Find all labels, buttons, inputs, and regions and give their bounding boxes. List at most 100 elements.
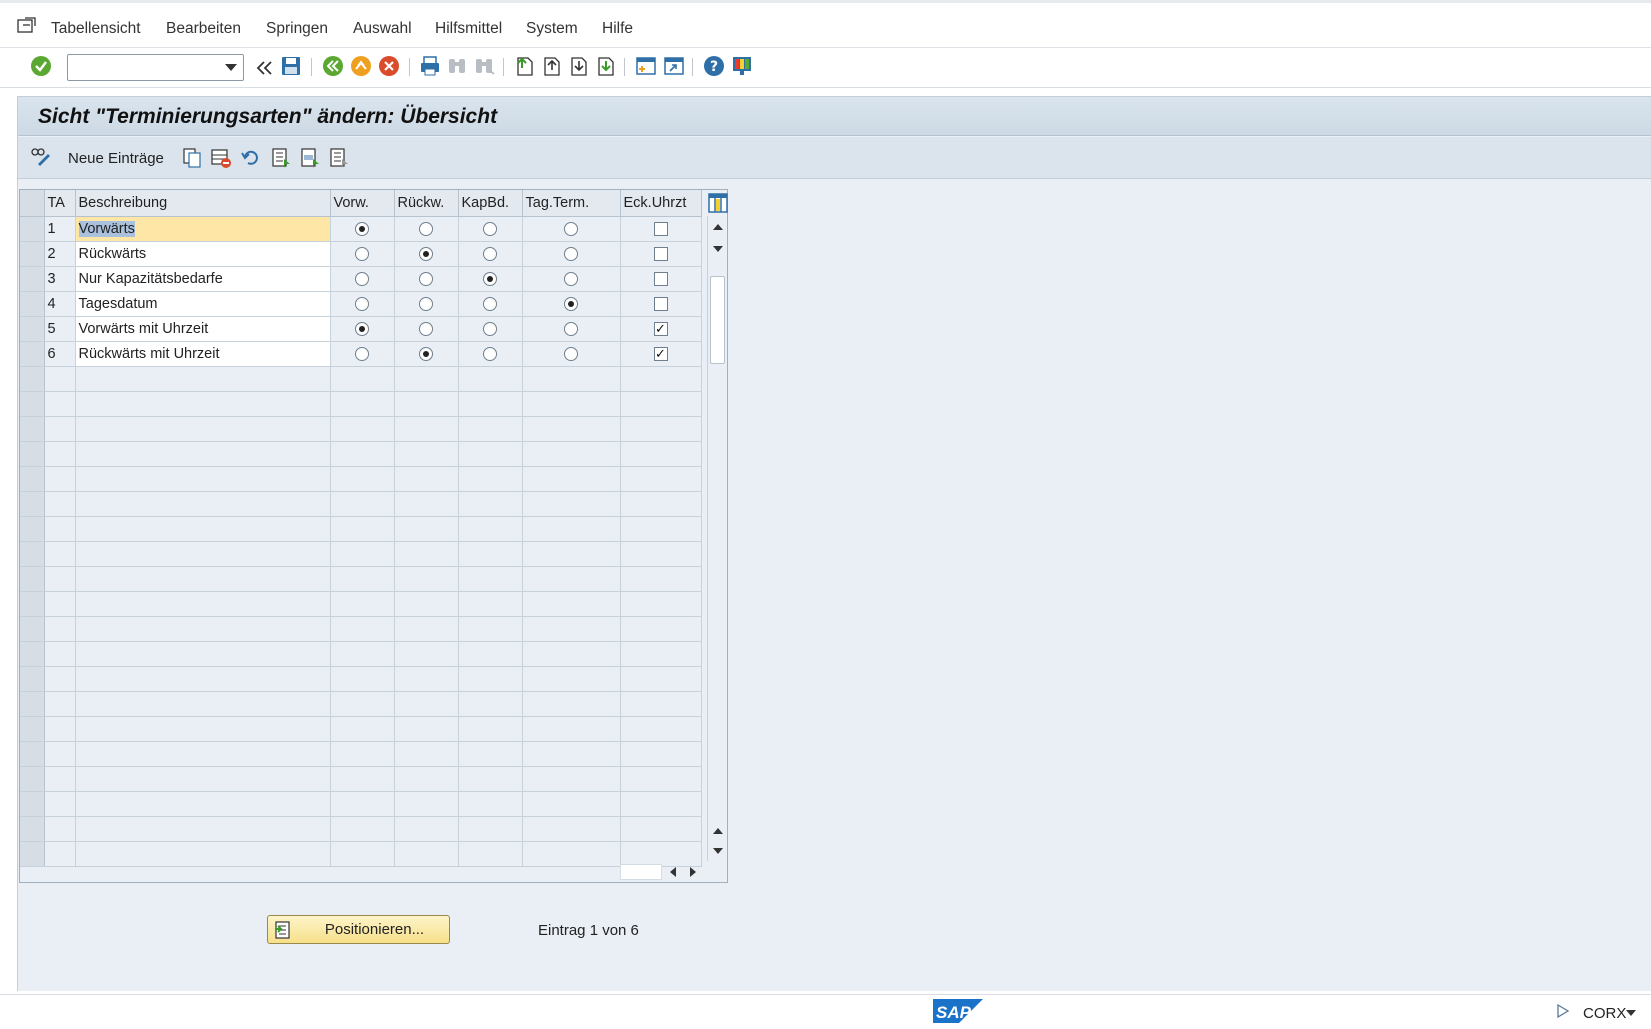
radio-vorw[interactable] <box>355 246 369 261</box>
menu-toggle-icon[interactable] <box>17 17 37 39</box>
customize-layout-icon[interactable] <box>730 54 754 78</box>
menu-hilfe[interactable]: Hilfe <box>602 20 633 38</box>
position-button[interactable]: Positionieren... <box>267 915 450 944</box>
menu-springen[interactable]: Springen <box>266 20 328 38</box>
column-header-beschreibung[interactable]: Beschreibung <box>75 190 331 217</box>
cell-beschreibung[interactable]: Nur Kapazitätsbedarfe <box>75 266 331 292</box>
row-selector[interactable] <box>20 491 45 517</box>
row-selector[interactable] <box>20 691 45 717</box>
radio-vorw[interactable] <box>355 346 369 361</box>
radio-rueckw[interactable] <box>419 296 433 311</box>
back-arrows-icon[interactable] <box>253 56 277 80</box>
select-all-icon[interactable] <box>270 147 292 169</box>
cancel-icon[interactable] <box>377 54 401 78</box>
scroll-page-up-icon[interactable] <box>713 828 723 834</box>
menu-tabellensicht[interactable]: Tabellensicht <box>51 20 141 38</box>
checkbox-eckuhrzt[interactable]: ✓ <box>653 346 668 361</box>
checkbox-eckuhrzt[interactable]: ✓ <box>653 321 668 336</box>
menu-auswahl[interactable]: Auswahl <box>353 20 412 38</box>
row-selector[interactable] <box>20 716 45 742</box>
radio-kapbd[interactable] <box>483 271 497 286</box>
radio-tagterm[interactable] <box>564 271 578 286</box>
row-selector[interactable] <box>20 266 45 292</box>
undo-change-icon[interactable] <box>240 147 262 169</box>
horizontal-scrollbar[interactable] <box>620 862 706 880</box>
scroll-down-icon[interactable] <box>713 848 723 854</box>
radio-tagterm[interactable] <box>564 296 578 311</box>
first-page-icon[interactable] <box>512 54 536 78</box>
new-entries-button[interactable]: Neue Einträge <box>68 150 164 167</box>
row-selector[interactable] <box>20 816 45 842</box>
scroll-page-down-icon[interactable] <box>713 246 723 252</box>
previous-page-icon[interactable] <box>539 54 563 78</box>
table-settings-icon[interactable] <box>708 193 728 213</box>
enter-icon[interactable] <box>29 54 53 78</box>
radio-tagterm[interactable] <box>564 246 578 261</box>
column-header-kapbd[interactable]: KapBd. <box>458 190 523 217</box>
scroll-right-icon[interactable] <box>690 867 696 877</box>
scroll-up-icon[interactable] <box>713 224 723 230</box>
radio-rueckw[interactable] <box>419 271 433 286</box>
row-selector[interactable] <box>20 591 45 617</box>
create-session-icon[interactable] <box>634 54 658 78</box>
radio-tagterm[interactable] <box>564 221 578 236</box>
radio-vorw[interactable] <box>355 296 369 311</box>
row-selector[interactable] <box>20 291 45 317</box>
radio-kapbd[interactable] <box>483 246 497 261</box>
row-selector[interactable] <box>20 791 45 817</box>
cell-beschreibung[interactable]: Rückwärts <box>75 241 331 267</box>
row-selector[interactable] <box>20 441 45 467</box>
row-selector[interactable] <box>20 666 45 692</box>
menu-bearbeiten[interactable]: Bearbeiten <box>166 20 241 38</box>
chevron-down-icon[interactable] <box>225 64 237 71</box>
delete-icon[interactable] <box>210 147 232 169</box>
radio-tagterm[interactable] <box>564 346 578 361</box>
row-selector[interactable] <box>20 366 45 392</box>
row-selector[interactable] <box>20 641 45 667</box>
cell-beschreibung[interactable]: Tagesdatum <box>75 291 331 317</box>
back-icon[interactable] <box>321 54 345 78</box>
row-selector[interactable] <box>20 316 45 342</box>
radio-rueckw[interactable] <box>419 346 433 361</box>
checkbox-eckuhrzt[interactable] <box>653 221 668 236</box>
cell-beschreibung[interactable]: Rückwärts mit Uhrzeit <box>75 341 331 367</box>
menu-system[interactable]: System <box>526 20 578 38</box>
radio-kapbd[interactable] <box>483 296 497 311</box>
radio-kapbd[interactable] <box>483 221 497 236</box>
radio-vorw[interactable] <box>355 221 369 236</box>
scroll-thumb[interactable] <box>710 276 725 364</box>
select-block-icon[interactable] <box>299 147 321 169</box>
checkbox-eckuhrzt[interactable] <box>653 271 668 286</box>
row-selector[interactable] <box>20 216 45 242</box>
radio-vorw[interactable] <box>355 321 369 336</box>
column-header-ta[interactable]: TA <box>44 190 76 217</box>
save-icon[interactable] <box>279 54 303 78</box>
column-header-tagterm[interactable]: Tag.Term. <box>522 190 621 217</box>
deselect-all-icon[interactable] <box>328 147 350 169</box>
horizontal-scroll-track[interactable] <box>620 864 662 880</box>
row-selector[interactable] <box>20 416 45 442</box>
row-selector[interactable] <box>20 616 45 642</box>
radio-kapbd[interactable] <box>483 346 497 361</box>
column-header-eckuhrzt[interactable]: Eck.Uhrzt <box>620 190 702 217</box>
row-selector[interactable] <box>20 766 45 792</box>
cell-beschreibung[interactable]: Vorwärts <box>75 216 331 242</box>
cell-beschreibung[interactable]: Vorwärts mit Uhrzeit <box>75 316 331 342</box>
row-selector[interactable] <box>20 241 45 267</box>
last-page-icon[interactable] <box>593 54 617 78</box>
radio-vorw[interactable] <box>355 271 369 286</box>
exit-icon[interactable] <box>349 54 373 78</box>
command-input[interactable] <box>68 55 218 80</box>
vertical-scrollbar[interactable] <box>707 216 727 861</box>
display-change-icon[interactable] <box>30 146 52 168</box>
help-icon[interactable]: ? <box>702 54 726 78</box>
row-selector[interactable] <box>20 466 45 492</box>
row-selector[interactable] <box>20 391 45 417</box>
copy-as-icon[interactable] <box>181 147 203 169</box>
radio-rueckw[interactable] <box>419 221 433 236</box>
row-selector[interactable] <box>20 516 45 542</box>
radio-rueckw[interactable] <box>419 246 433 261</box>
radio-kapbd[interactable] <box>483 321 497 336</box>
row-selector[interactable] <box>20 566 45 592</box>
shortcut-icon[interactable] <box>662 54 686 78</box>
